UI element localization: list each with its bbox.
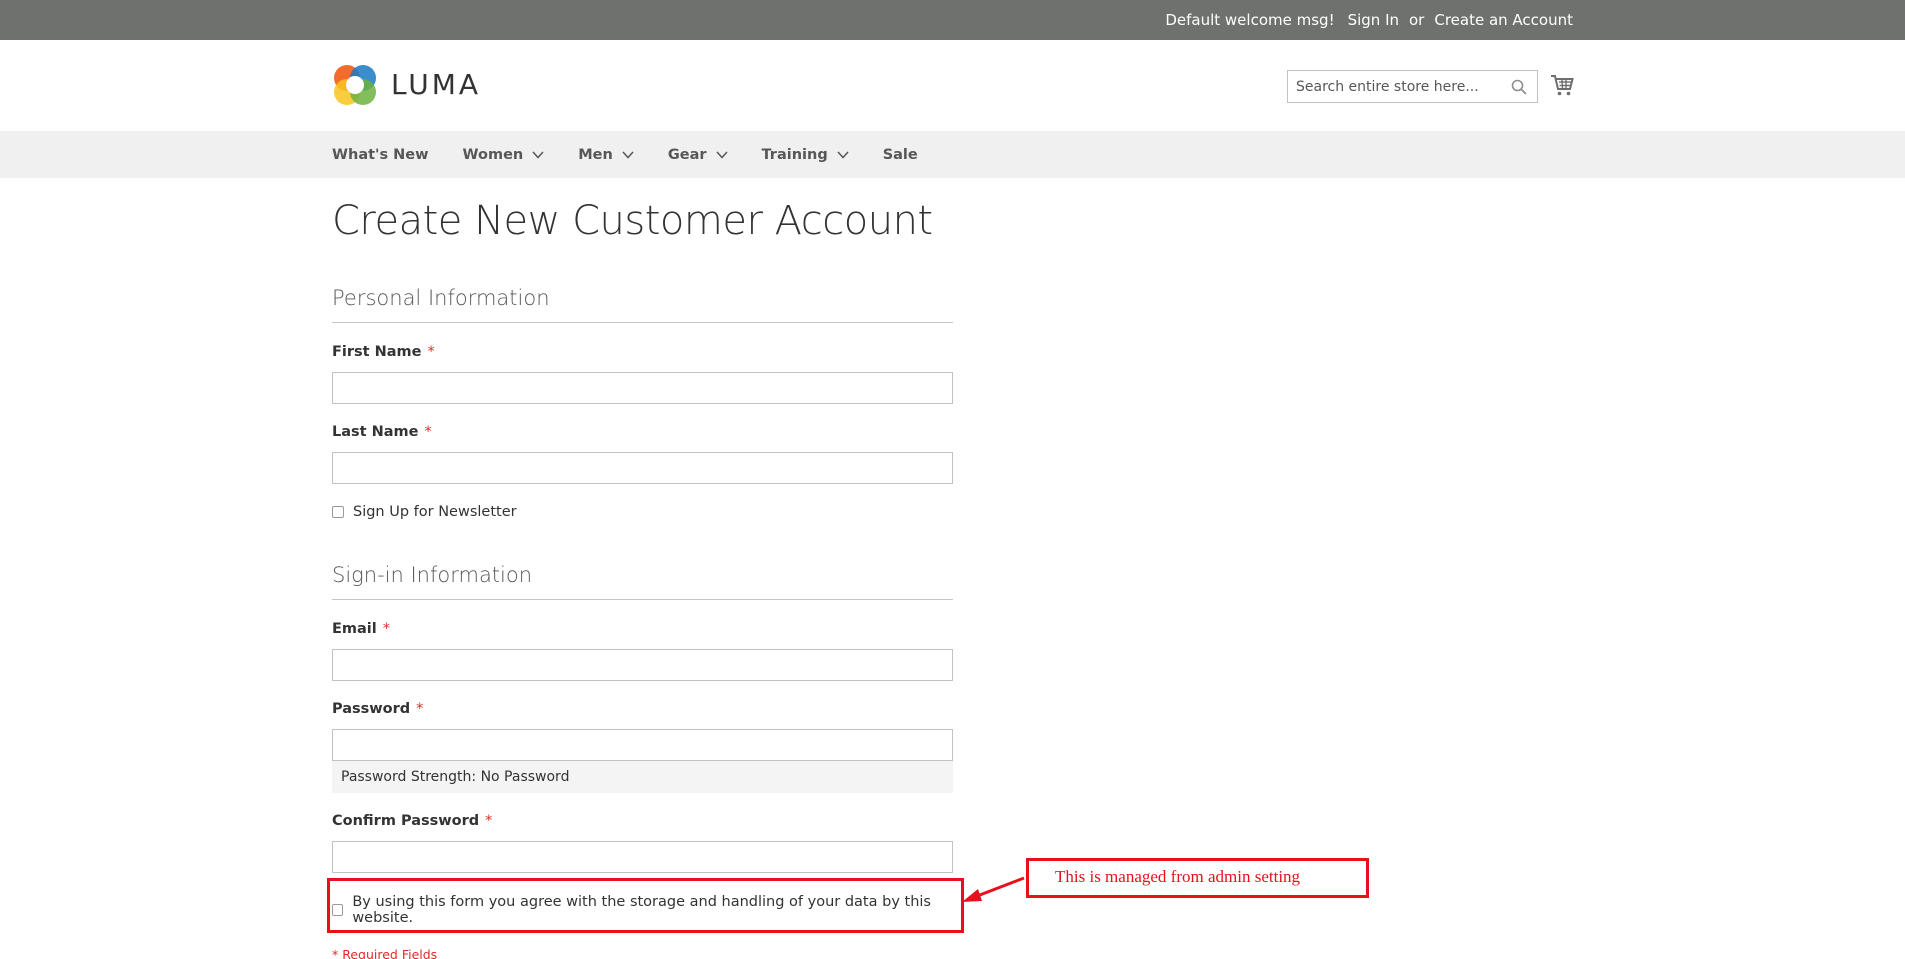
nav-item-label: What's New	[332, 146, 429, 163]
required-marker: *	[382, 621, 390, 637]
newsletter-checkbox[interactable]	[332, 506, 344, 518]
first-name-field	[332, 372, 953, 404]
nav-item-label: Gear	[667, 146, 707, 163]
password-input[interactable]	[333, 730, 952, 760]
last-name-field	[332, 452, 953, 484]
chevron-down-icon	[837, 150, 849, 159]
password-strength-meter: Password Strength: No Password	[332, 761, 953, 793]
password-label-text: Password	[332, 701, 411, 717]
required-marker: *	[485, 813, 493, 829]
nav-item-gear[interactable]: Gear	[668, 147, 728, 163]
nav-item-whats-new[interactable]: What's New	[332, 147, 429, 163]
search-input[interactable]	[1288, 71, 1537, 102]
logo-text: LUMA	[391, 67, 482, 101]
create-account-link[interactable]: Create an Account	[1434, 11, 1573, 29]
nav-item-women[interactable]: Women	[463, 147, 545, 163]
signin-info-heading: Sign-in Information	[332, 563, 953, 600]
first-name-label: First Name *	[332, 344, 435, 360]
last-name-label-text: Last Name	[332, 424, 419, 440]
confirm-password-label-text: Confirm Password	[332, 813, 480, 829]
annotation-arrow-icon	[962, 876, 1025, 902]
first-name-input[interactable]	[333, 373, 952, 403]
annotation-highlight-box	[327, 878, 964, 933]
newsletter-label[interactable]: Sign Up for Newsletter	[353, 504, 517, 520]
nav-item-men[interactable]: Men	[578, 147, 634, 163]
chevron-down-icon	[622, 150, 634, 159]
nav-item-label: Sale	[882, 146, 918, 163]
password-field	[332, 729, 953, 761]
nav-item-label: Training	[761, 146, 828, 163]
chevron-down-icon	[715, 150, 728, 159]
annotation-note-box: This is managed from admin setting	[1026, 858, 1369, 898]
welcome-message: Default welcome msg!	[1165, 11, 1335, 29]
chevron-down-icon	[532, 150, 544, 159]
personal-info-heading: Personal Information	[332, 286, 953, 323]
required-marker: *	[416, 701, 424, 717]
confirm-password-input[interactable]	[333, 842, 952, 872]
nav-item-training[interactable]: Training	[762, 147, 849, 163]
first-name-label-text: First Name	[332, 344, 422, 360]
required-fields-note: * Required Fields	[332, 947, 438, 959]
email-input[interactable]	[333, 650, 952, 680]
header-links: Default welcome msg! Sign In or Create a…	[1151, 0, 1573, 40]
annotation-text: This is managed from admin setting	[1055, 867, 1301, 886]
email-label-text: Email	[332, 621, 377, 637]
last-name-input[interactable]	[333, 453, 952, 483]
required-marker: *	[427, 344, 435, 360]
search-icon[interactable]	[1511, 79, 1527, 95]
last-name-label: Last Name *	[332, 424, 432, 440]
top-bar: Default welcome msg! Sign In or Create a…	[0, 0, 1905, 40]
main-navigation: What's New Women Men Gear Training Sale	[0, 131, 1905, 178]
password-label: Password *	[332, 701, 423, 717]
search-box	[1287, 70, 1538, 103]
nav-item-label: Women	[462, 146, 524, 163]
or-separator: or	[1409, 11, 1425, 29]
luma-logo-icon	[334, 65, 376, 105]
page-title: Create New Customer Account	[332, 198, 933, 244]
nav-item-sale[interactable]: Sale	[883, 147, 918, 163]
confirm-password-label: Confirm Password *	[332, 813, 492, 829]
shopping-cart-icon[interactable]	[1550, 73, 1574, 97]
email-label: Email *	[332, 621, 390, 637]
newsletter-row: Sign Up for Newsletter	[332, 504, 517, 520]
nav-item-label: Men	[578, 146, 613, 163]
email-field	[332, 649, 953, 681]
confirm-password-field	[332, 841, 953, 873]
sign-in-link[interactable]: Sign In	[1348, 11, 1399, 29]
nav-items: What's New Women Men Gear Training Sale	[332, 131, 952, 178]
required-marker: *	[424, 424, 432, 440]
logo-link[interactable]: LUMA	[332, 61, 481, 107]
